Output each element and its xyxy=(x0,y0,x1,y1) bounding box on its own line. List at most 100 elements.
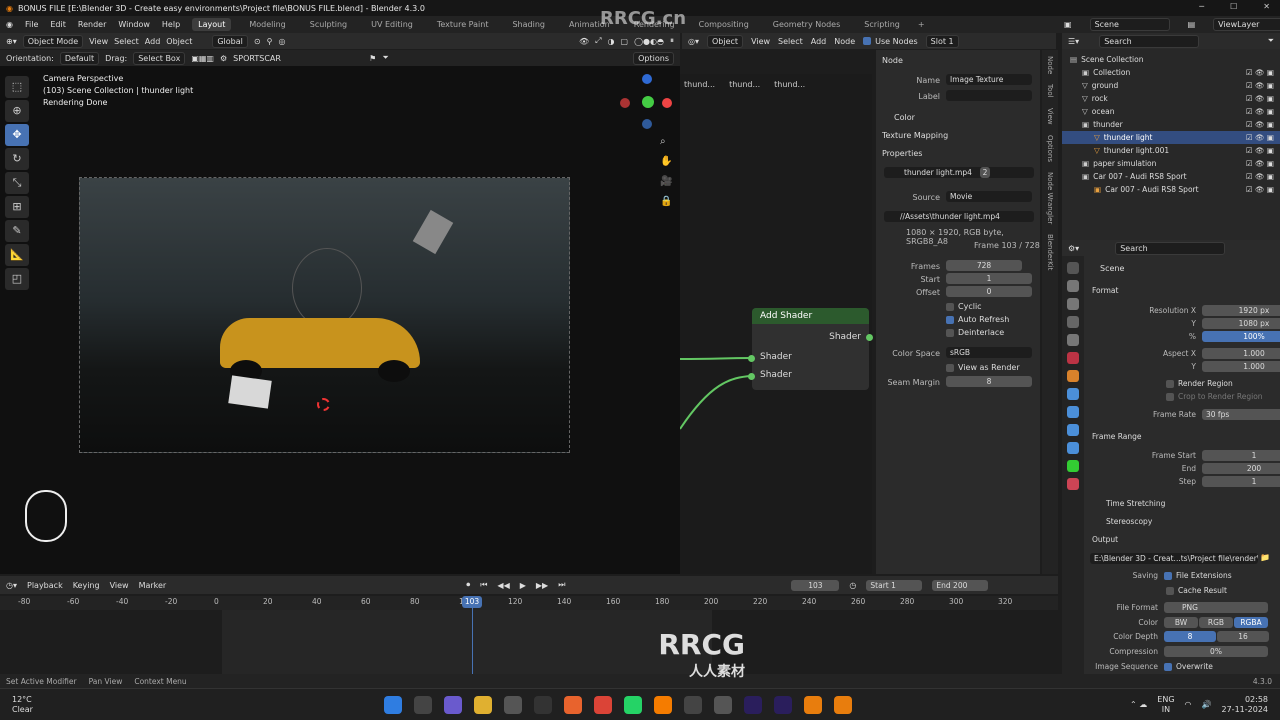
timeline-start-field[interactable]: Start 1 xyxy=(866,579,923,591)
blender-active-icon[interactable] xyxy=(833,695,852,714)
node-name-field[interactable]: Image Texture xyxy=(946,74,1032,85)
current-frame-field[interactable]: 103 xyxy=(791,579,840,591)
tab-texture-paint[interactable]: Texture Paint xyxy=(431,18,495,31)
app-icon-5[interactable] xyxy=(713,695,732,714)
aspect-x-field[interactable]: 1.000 xyxy=(1202,348,1280,359)
orientation-dropdown[interactable]: Default xyxy=(59,51,100,65)
visibility-toggles-icon[interactable]: ☑ 👁 ▣ xyxy=(1246,120,1274,129)
tab-view[interactable]: View xyxy=(1046,108,1054,125)
outliner-item[interactable]: ▣ Car 007 - Audi RS8 Sport ☑ 👁 ▣ xyxy=(1062,183,1280,196)
cyclic-checkbox[interactable]: Cyclic xyxy=(946,302,982,311)
frame-rate-dropdown[interactable]: 30 fps xyxy=(1202,409,1280,420)
visibility-toggles-icon[interactable]: ☑ 👁 ▣ xyxy=(1246,81,1274,90)
transform-orientation[interactable]: Global xyxy=(212,34,248,48)
weather-widget[interactable]: 12°C Clear xyxy=(12,695,33,715)
filter-icon[interactable]: ⏷ xyxy=(382,53,388,63)
depth-8-button[interactable]: 8 xyxy=(1164,631,1216,642)
xray-icon[interactable]: ▢ xyxy=(621,37,629,46)
blender-menu-icon[interactable]: ◉ xyxy=(6,20,13,29)
properties-search[interactable]: Search xyxy=(1115,241,1226,255)
modifier-tab-icon[interactable] xyxy=(1067,388,1079,400)
camera-view-icon[interactable]: 🎥 xyxy=(660,172,672,192)
visibility-toggles-icon[interactable]: ☑ 👁 ▣ xyxy=(1246,146,1274,155)
proportional-icon[interactable]: ◎ xyxy=(278,37,285,46)
visibility-icon[interactable]: 👁 xyxy=(579,37,589,46)
visibility-toggles-icon[interactable]: ☑ 👁 ▣ xyxy=(1246,107,1274,116)
breadcrumb-3[interactable]: thund... xyxy=(774,80,805,89)
move-tool-icon[interactable]: ✥ xyxy=(5,124,29,146)
object-menu[interactable]: Object xyxy=(166,37,192,46)
depth-16-button[interactable]: 16 xyxy=(1217,631,1269,642)
use-nodes-checkbox[interactable]: Use Nodes xyxy=(863,37,918,46)
color-rgb-button[interactable]: RGB xyxy=(1199,617,1233,628)
breadcrumb-1[interactable]: thund... xyxy=(684,80,715,89)
outliner-filter-icon[interactable]: ⏷ xyxy=(1268,36,1274,46)
physics-tab-icon[interactable] xyxy=(1067,424,1079,436)
app-icon-4[interactable] xyxy=(683,695,702,714)
annotate-tool-icon[interactable]: ✎ xyxy=(5,220,29,242)
vlc-icon[interactable] xyxy=(653,695,672,714)
maximize-button[interactable]: ☐ xyxy=(1230,2,1237,11)
record-icon[interactable]: ⏺ xyxy=(466,580,470,590)
tab-geometry-nodes[interactable]: Geometry Nodes xyxy=(767,18,846,31)
wifi-icon[interactable]: ◠ xyxy=(1185,700,1192,709)
color-subpanel[interactable]: Color xyxy=(894,113,915,122)
transform-tool-icon[interactable]: ⊞ xyxy=(5,196,29,218)
paper-object-2[interactable] xyxy=(412,209,454,255)
texture-mapping-section[interactable]: Texture Mapping xyxy=(882,131,948,140)
select-tool-icon[interactable]: ⬚ xyxy=(5,76,29,98)
stereoscopy-header[interactable]: Stereoscopy xyxy=(1106,517,1152,526)
outliner-item[interactable]: ▣ Car 007 - Audi RS8 Sport ☑ 👁 ▣ xyxy=(1062,170,1280,183)
options-dropdown[interactable]: Options xyxy=(633,51,674,65)
filepath-field[interactable]: //Assets\thunder light.mp4 xyxy=(884,211,1034,222)
output-tab-icon[interactable] xyxy=(1067,298,1079,310)
view-menu[interactable]: View xyxy=(89,37,108,46)
menu-file[interactable]: File xyxy=(25,20,38,29)
select-mode-icon[interactable]: ▣▦▥ xyxy=(191,54,214,63)
time-stretching-header[interactable]: Time Stretching xyxy=(1106,499,1165,508)
tab-tool[interactable]: Tool xyxy=(1046,84,1054,98)
file-format-dropdown[interactable]: PNG xyxy=(1164,602,1268,613)
jump-start-icon[interactable]: ⏮ xyxy=(480,580,487,590)
camera-render-frame[interactable] xyxy=(79,177,570,453)
overwrite-checkbox[interactable]: Overwrite xyxy=(1164,662,1213,671)
editor-type-icon[interactable]: ⊕▾ xyxy=(6,37,17,46)
clock[interactable]: 02:58 27-11-2024 xyxy=(1222,695,1269,715)
image-datablock[interactable]: thunder light.mp4 xyxy=(884,167,1034,178)
tab-node-wrangler[interactable]: Node Wrangler xyxy=(1046,172,1054,224)
output-socket[interactable] xyxy=(866,334,873,341)
node-add-menu[interactable]: Add xyxy=(811,37,827,46)
whatsapp-icon[interactable] xyxy=(623,695,642,714)
premiere-icon[interactable] xyxy=(773,695,792,714)
play-icon[interactable]: ▶ xyxy=(520,581,526,590)
properties-type-icon[interactable]: ⚙▾ xyxy=(1068,244,1079,253)
node-editor-type-icon[interactable]: ◎▾ xyxy=(688,37,699,46)
after-effects-icon[interactable] xyxy=(743,695,762,714)
colorspace-dropdown[interactable]: sRGB xyxy=(946,347,1032,358)
menu-help[interactable]: Help xyxy=(162,20,180,29)
marker-menu[interactable]: Marker xyxy=(139,581,167,590)
constraints-tab-icon[interactable] xyxy=(1067,442,1079,454)
empty-circle-object[interactable] xyxy=(292,248,362,328)
menu-window[interactable]: Window xyxy=(118,20,150,29)
source-dropdown[interactable]: Movie xyxy=(946,191,1032,202)
tab-layout[interactable]: Layout xyxy=(192,18,232,31)
outliner-item[interactable]: ▽ ground ☑ 👁 ▣ xyxy=(1062,79,1280,92)
tab-node[interactable]: Node xyxy=(1046,56,1054,74)
outliner-item[interactable]: ▽ ocean ☑ 👁 ▣ xyxy=(1062,105,1280,118)
minimize-button[interactable]: ─ xyxy=(1199,2,1204,11)
visibility-toggles-icon[interactable]: ☑ 👁 ▣ xyxy=(1246,172,1274,181)
app-icon-1[interactable] xyxy=(503,695,522,714)
offset-field[interactable]: 0 xyxy=(946,286,1032,297)
auto-refresh-checkbox[interactable]: Auto Refresh xyxy=(946,315,1009,324)
tab-uv-editing[interactable]: UV Editing xyxy=(365,18,419,31)
volume-icon[interactable]: 🔊 xyxy=(1202,700,1212,709)
scene-tab-icon[interactable] xyxy=(1067,334,1079,346)
frame-range-header[interactable]: Frame Range xyxy=(1092,432,1142,441)
tray-icons[interactable]: ⌃ ☁ xyxy=(1130,700,1147,709)
pin-icon[interactable]: ⚑ xyxy=(369,54,376,63)
breadcrumb-2[interactable]: thund... xyxy=(729,80,760,89)
outliner-item[interactable]: ▣ thunder ☑ 👁 ▣ xyxy=(1062,118,1280,131)
scale-tool-icon[interactable]: ⤡ xyxy=(5,172,29,194)
compression-slider[interactable]: 0% xyxy=(1164,646,1268,657)
